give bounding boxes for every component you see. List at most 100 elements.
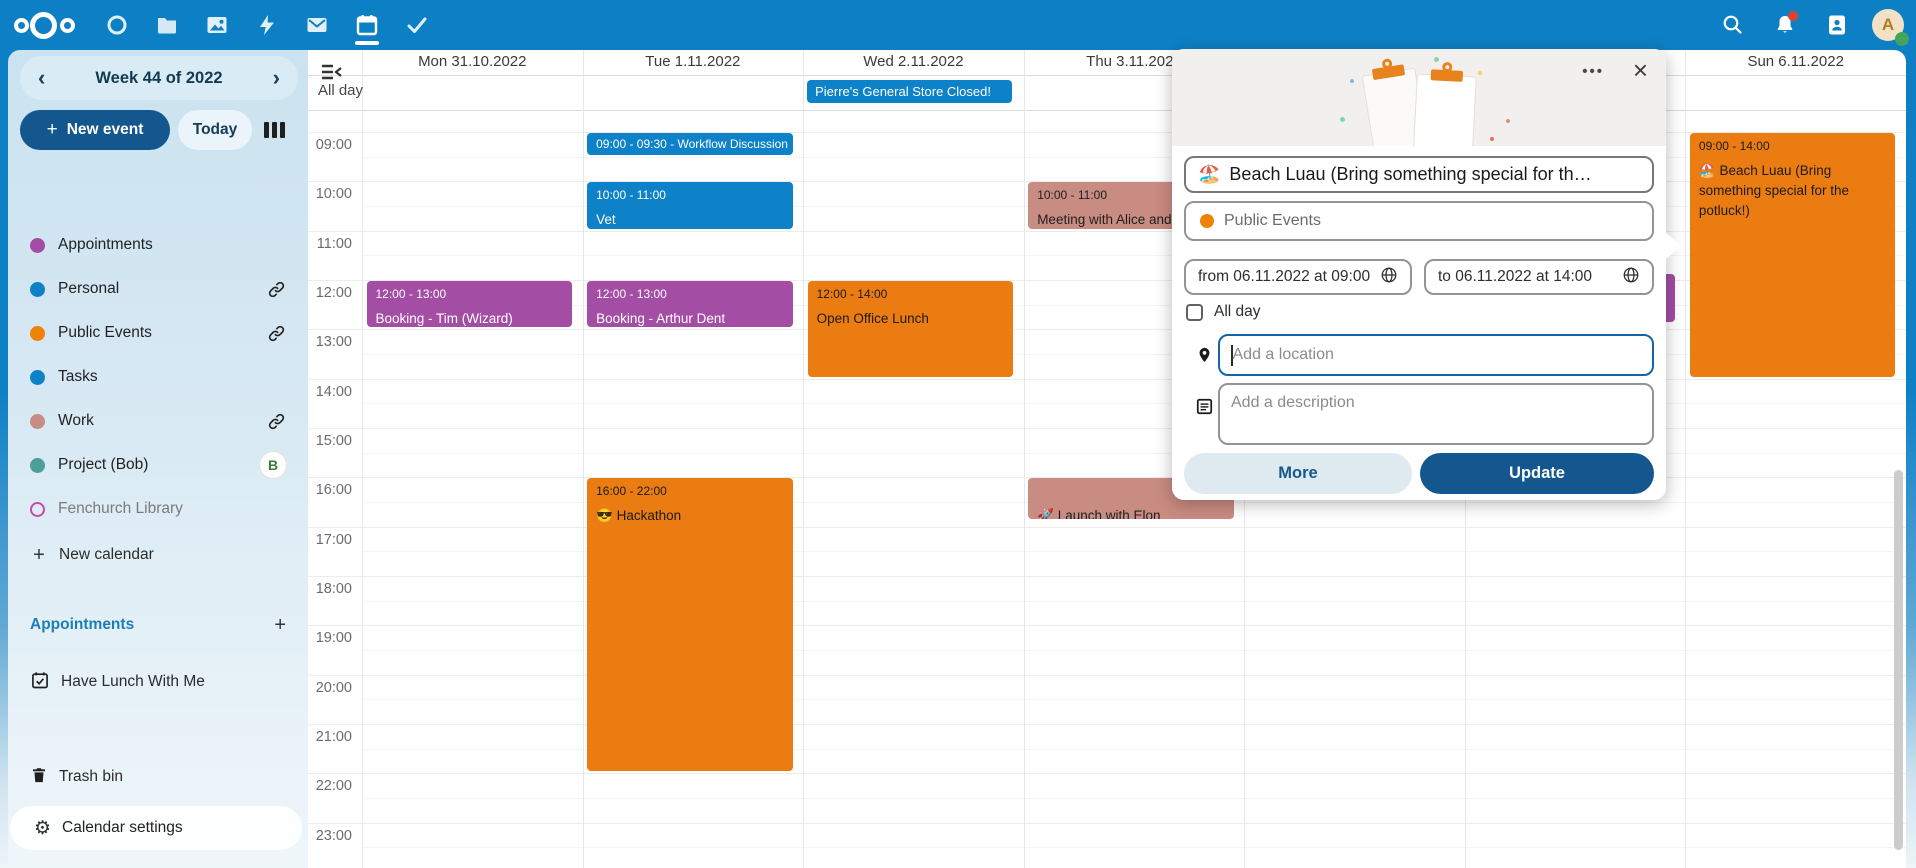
calendar-item-project-bob[interactable]: Project (Bob)B	[8, 443, 308, 487]
appointment-item[interactable]: Have Lunch With Me	[8, 660, 308, 704]
day-column-line	[803, 50, 804, 868]
app-files-icon[interactable]	[142, 0, 192, 50]
time-label: 20:00	[308, 680, 352, 696]
half-hour-gridline	[362, 798, 1906, 799]
add-appointment-button[interactable]: +	[274, 614, 286, 637]
hour-gridline	[308, 527, 1906, 528]
trash-icon	[30, 765, 48, 790]
calendar-color-dot[interactable]	[30, 458, 45, 473]
calendar-event[interactable]: 12:00 - 14:00Open Office Lunch	[808, 281, 1014, 377]
topbar-right: A	[1716, 0, 1904, 50]
all-day-checkbox[interactable]: All day	[1186, 303, 1261, 321]
vertical-scrollbar[interactable]	[1894, 470, 1903, 850]
calendar-color-ring[interactable]	[30, 502, 45, 517]
calendar-color-dot[interactable]	[30, 282, 45, 297]
shared-link-icon[interactable]	[267, 324, 286, 343]
app-activity-icon[interactable]	[242, 0, 292, 50]
calendar-color-dot[interactable]	[30, 370, 45, 385]
calendar-event[interactable]: 10:00 - 11:00Vet	[587, 182, 793, 228]
online-status-dot	[1895, 32, 1909, 46]
more-button[interactable]: More	[1184, 453, 1412, 494]
calendar-item-label: Public Events	[58, 324, 152, 342]
time-label: 21:00	[308, 729, 352, 745]
today-button[interactable]: Today	[178, 110, 252, 150]
shared-user-badge: B	[260, 452, 286, 478]
calendar-event[interactable]: 09:00 - 09:30 - Workflow Discussion	[587, 133, 793, 155]
new-calendar-button[interactable]: + New calendar	[8, 533, 308, 577]
day-header-1[interactable]: Tue 1.11.2022	[583, 50, 804, 75]
calendar-event[interactable]: 09:00 - 14:00🏖️ Beach Luau (Bring someth…	[1690, 133, 1896, 377]
calendar-grid[interactable]: All day Mon 31.10.2022Tue 1.11.2022Wed 2…	[308, 50, 1906, 868]
allday-event[interactable]: Pierre's General Store Closed!	[807, 80, 1012, 103]
popup-more-actions-icon[interactable]: •••	[1582, 63, 1604, 80]
calendar-event[interactable]: 12:00 - 13:00Booking - Arthur Dent	[587, 281, 793, 327]
checkbox-unchecked[interactable]	[1186, 304, 1203, 321]
calendar-category-select[interactable]: Public Events	[1184, 201, 1654, 241]
app-nav	[92, 0, 442, 50]
calendar-settings-button[interactable]: ⚙ Calendar settings	[10, 806, 302, 850]
app-mail-icon[interactable]	[292, 0, 342, 50]
time-label: 09:00	[308, 137, 352, 153]
grid-separator	[308, 75, 1906, 76]
time-label: 18:00	[308, 581, 352, 597]
time-label: 13:00	[308, 334, 352, 350]
day-header-2[interactable]: Wed 2.11.2022	[803, 50, 1024, 75]
half-hour-gridline	[362, 157, 1906, 158]
notifications-bell-icon[interactable]	[1768, 8, 1802, 42]
calendar-item-personal[interactable]: Personal	[8, 267, 308, 311]
location-input[interactable]: Add a location	[1218, 334, 1654, 376]
calendar-item-fenchurch-library[interactable]: Fenchurch Library	[8, 487, 308, 531]
from-datetime-input[interactable]: from 06.11.2022 at 09:00	[1184, 259, 1412, 295]
calendar-item-tasks[interactable]: Tasks	[8, 355, 308, 399]
to-datetime-input[interactable]: to 06.11.2022 at 14:00	[1424, 259, 1654, 295]
shared-link-icon[interactable]	[267, 280, 286, 299]
app-dashboard-icon[interactable]	[92, 0, 142, 50]
week-view-columns-icon[interactable]	[264, 122, 285, 138]
time-label: 12:00	[308, 285, 352, 301]
notification-dot	[1788, 11, 1798, 21]
week-label: Week 44 of 2022	[95, 69, 222, 88]
close-icon[interactable]: ×	[1633, 55, 1648, 86]
calendar-event[interactable]: 16:00 - 22:00😎 Hackathon	[587, 478, 793, 771]
day-column-line	[583, 50, 584, 868]
calendar-color-dot[interactable]	[30, 414, 45, 429]
appointments-heading: Appointments	[30, 616, 274, 634]
new-event-button[interactable]: + New event	[20, 110, 170, 150]
user-avatar[interactable]: A	[1872, 9, 1904, 41]
previous-week-button[interactable]: ‹	[38, 67, 45, 89]
description-input[interactable]: Add a description	[1218, 383, 1654, 445]
hour-gridline	[308, 428, 1906, 429]
plus-icon: +	[47, 119, 58, 141]
day-header-0[interactable]: Mon 31.10.2022	[362, 50, 583, 75]
update-button[interactable]: Update	[1420, 453, 1654, 494]
timezone-globe-icon[interactable]	[1622, 266, 1640, 289]
trash-bin-button[interactable]: Trash bin	[8, 755, 308, 799]
event-editor-popup: ••• × 🏖️ Beach Luau (Bring something spe…	[1172, 49, 1666, 500]
calendar-item-label: Tasks	[58, 368, 98, 386]
calendar-item-label: Work	[58, 412, 94, 430]
collapse-sidebar-icon[interactable]	[320, 62, 344, 82]
next-week-button[interactable]: ›	[273, 67, 280, 89]
hour-gridline	[308, 132, 1906, 133]
nextcloud-calendar-screen: A ‹ Week 44 of 2022 › + New event Today …	[0, 0, 1916, 868]
app-photos-icon[interactable]	[192, 0, 242, 50]
calendar-item-work[interactable]: Work	[8, 399, 308, 443]
allday-row-label: All day	[318, 82, 363, 99]
gear-icon: ⚙	[34, 817, 51, 840]
timezone-globe-icon[interactable]	[1380, 266, 1398, 289]
calendar-event[interactable]: 12:00 - 13:00Booking - Tim (Wizard)	[367, 281, 573, 327]
calendar-item-public-events[interactable]: Public Events	[8, 311, 308, 355]
app-tasks-icon[interactable]	[392, 0, 442, 50]
calendar-item-appointments[interactable]: Appointments	[8, 223, 308, 267]
calendar-item-label: Appointments	[58, 236, 153, 254]
search-icon[interactable]	[1716, 8, 1750, 42]
day-header-6[interactable]: Sun 6.11.2022	[1685, 50, 1906, 75]
shared-link-icon[interactable]	[267, 412, 286, 431]
calendar-color-dot[interactable]	[30, 238, 45, 253]
app-calendar-icon[interactable]	[342, 0, 392, 50]
hour-gridline	[308, 823, 1906, 824]
nextcloud-logo-icon[interactable]	[14, 10, 76, 40]
contacts-icon[interactable]	[1820, 8, 1854, 42]
event-title-input[interactable]: 🏖️ Beach Luau (Bring something special f…	[1184, 156, 1654, 193]
calendar-color-dot[interactable]	[30, 326, 45, 341]
